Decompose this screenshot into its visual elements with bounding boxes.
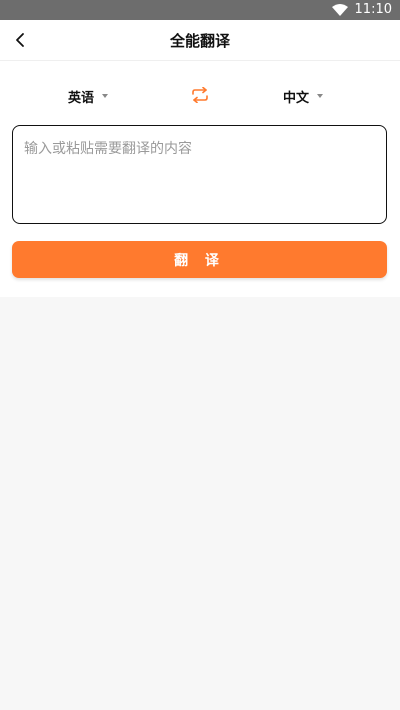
source-text-input[interactable] (12, 125, 387, 224)
target-language-select[interactable]: 中文 (283, 85, 324, 107)
source-language-label: 英语 (68, 90, 95, 106)
wifi-icon (332, 4, 348, 16)
status-time: 11:10 (354, 2, 392, 17)
page-title: 全能翻译 (169, 32, 230, 50)
status-bar: 11:10 (0, 0, 400, 20)
target-language-label: 中文 (283, 90, 310, 106)
title-bar: 全能翻译 (0, 20, 400, 61)
translate-button[interactable]: 翻 译 (12, 241, 387, 278)
caret-down-icon (102, 94, 109, 98)
swap-arrows-icon (192, 87, 208, 103)
source-language-select[interactable]: 英语 (68, 85, 109, 107)
caret-down-icon (317, 94, 324, 98)
swap-languages-button[interactable] (190, 85, 210, 105)
translate-panel: 英语 中文 翻 译 (0, 61, 400, 297)
